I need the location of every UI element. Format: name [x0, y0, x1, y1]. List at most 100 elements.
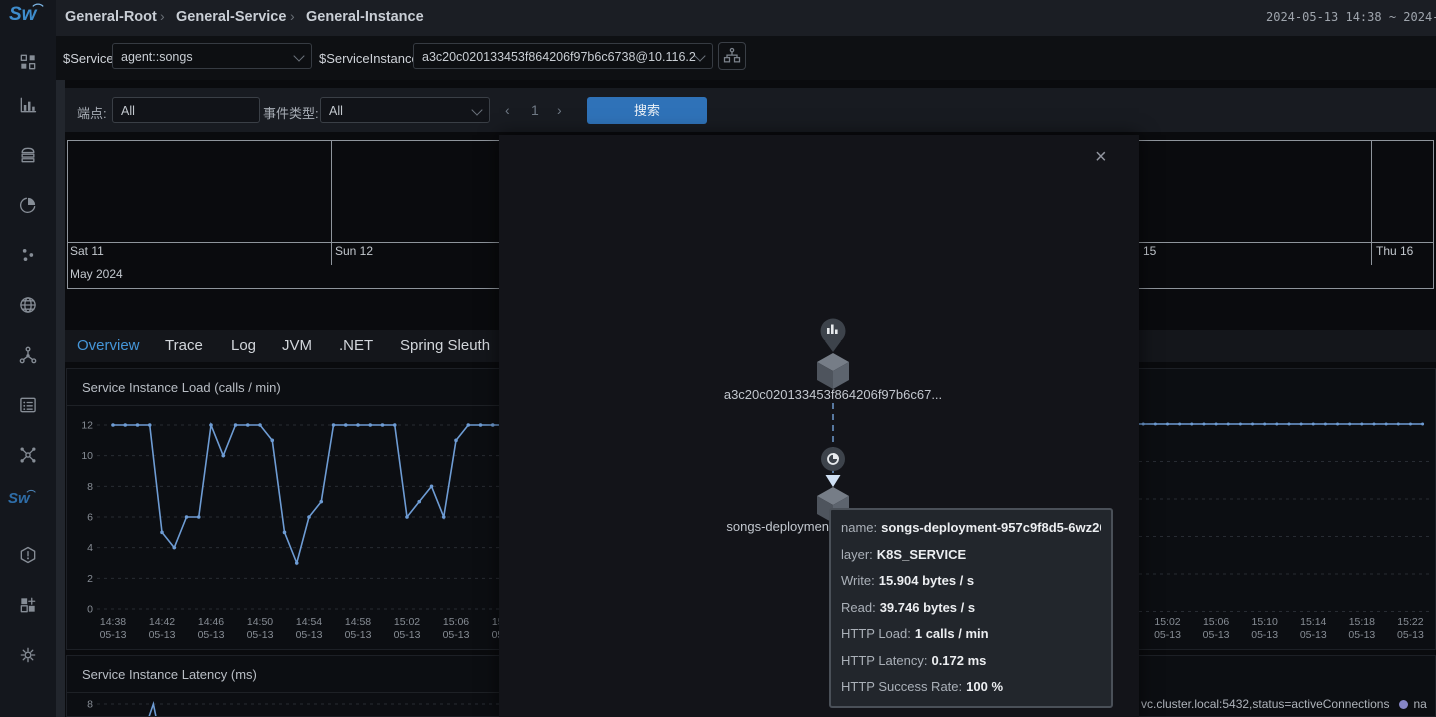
network-icon[interactable] — [18, 445, 38, 465]
breadcrumb-instance[interactable]: General-Instance — [306, 9, 424, 25]
timeline-day-separator — [331, 140, 332, 265]
timeline-day-separator — [1371, 140, 1372, 265]
logo-swoosh-small: ⌒ — [27, 488, 36, 501]
pie-chart-icon[interactable] — [18, 195, 38, 215]
svg-text:4: 4 — [87, 542, 93, 554]
bar-chart-icon[interactable] — [18, 95, 38, 115]
svg-text:14:54: 14:54 — [296, 616, 322, 628]
tooltip-value: songs-deployment-957c9f8d5-6wz26 — [881, 520, 1101, 535]
time-range-picker[interactable]: 2024-05-13 14:38 ~ 2024-05 — [1266, 10, 1436, 24]
tooltip-label: Read: — [841, 600, 876, 615]
breadcrumb-service[interactable]: General-Service — [176, 9, 286, 25]
svg-text:15:22: 15:22 — [1397, 616, 1423, 628]
node-tooltip: name:songs-deployment-957c9f8d5-6wz26 la… — [829, 508, 1113, 708]
svg-text:15:02: 15:02 — [394, 616, 420, 628]
breadcrumb-root[interactable]: General-Root — [65, 9, 157, 25]
service-instance-node[interactable] — [817, 353, 849, 389]
svg-text:15:14: 15:14 — [1300, 616, 1326, 628]
timeline-left-border — [67, 140, 68, 288]
page-number: 1 — [531, 102, 539, 118]
globe-icon[interactable] — [18, 295, 38, 315]
tab-dotnet[interactable]: .NET — [339, 337, 373, 354]
breadcrumb-separator: › — [290, 8, 295, 24]
tooltip-value: K8S_SERVICE — [877, 547, 966, 562]
event-filter-bar: 端点: All 事件类型: All ‹ 1 › 搜索 — [65, 88, 1436, 132]
scatter-icon[interactable] — [18, 245, 38, 265]
tooltip-label: Write: — [841, 573, 875, 588]
metric-legend[interactable]: vc.cluster.local:5432,status=activeConne… — [1141, 697, 1427, 711]
widgets-plus-icon[interactable] — [18, 595, 38, 615]
service-instance-value: a3c20c020133453f864206f97b6c6738@10.116.… — [422, 50, 696, 64]
tooltip-label: HTTP Load: — [841, 626, 911, 641]
service-value: agent::songs — [121, 50, 193, 64]
tooltip-label: HTTP Latency: — [841, 653, 927, 668]
service-instance-select[interactable]: a3c20c020133453f864206f97b6c6738@10.116.… — [413, 43, 713, 69]
legend-dot-icon — [1399, 700, 1408, 709]
sidebar: Sw⌒ Sw⌒ — [0, 0, 56, 717]
timeline-day-label: Sun 12 — [335, 244, 373, 258]
svg-text:14:50: 14:50 — [247, 616, 273, 628]
tooltip-value: 0.172 ms — [931, 653, 986, 668]
svg-text:15:10: 15:10 — [1252, 616, 1278, 628]
legend-series: na — [1413, 697, 1426, 711]
skywalking-logo-small[interactable]: Sw⌒ — [8, 490, 30, 507]
tab-spring-sleuth[interactable]: Spring Sleuth — [400, 337, 490, 354]
endpoint-label: 端点: — [77, 103, 107, 122]
dashboard-icon[interactable] — [18, 52, 38, 72]
endpoint-input[interactable]: All — [112, 97, 260, 123]
endpoint-value: All — [121, 104, 135, 118]
service-instance-pin-icon — [821, 319, 846, 353]
svg-text:05-13: 05-13 — [296, 629, 323, 641]
search-button[interactable]: 搜索 — [587, 97, 707, 124]
tooltip-label: layer: — [841, 547, 873, 562]
timeline-day-label: Sat 11 — [70, 244, 104, 258]
tab-jvm[interactable]: JVM — [282, 337, 312, 354]
svg-text:05-13: 05-13 — [443, 629, 470, 641]
layers-icon[interactable] — [18, 145, 38, 165]
svg-text:05-13: 05-13 — [1203, 629, 1230, 641]
list-icon[interactable] — [18, 395, 38, 415]
tooltip-row: name:songs-deployment-957c9f8d5-6wz26 — [841, 515, 1101, 542]
node-label-instance: a3c20c020133453f864206f97b6c67... — [724, 387, 942, 402]
content-left-gutter — [56, 80, 65, 717]
svg-text:15:18: 15:18 — [1349, 616, 1375, 628]
svg-text:14:46: 14:46 — [198, 616, 224, 628]
event-type-select[interactable]: All — [320, 97, 490, 123]
service-instance-label: $ServiceInstance — [319, 51, 419, 66]
svg-text:05-13: 05-13 — [100, 629, 127, 641]
skywalking-logo[interactable]: Sw⌒ — [9, 4, 36, 26]
page-next-button[interactable]: › — [557, 102, 562, 118]
tab-overview[interactable]: Overview — [77, 337, 140, 354]
svg-text:05-13: 05-13 — [247, 629, 274, 641]
timeline-month-label: May 2024 — [70, 267, 123, 281]
svg-text:15:06: 15:06 — [443, 616, 469, 628]
tooltip-row: layer: K8S_SERVICE — [841, 542, 1101, 569]
svg-text:05-13: 05-13 — [149, 629, 176, 641]
svg-text:05-13: 05-13 — [1300, 629, 1327, 641]
tooltip-row: HTTP Success Rate:100 % — [841, 674, 1101, 701]
gear-icon[interactable] — [18, 645, 38, 665]
svg-text:05-13: 05-13 — [1154, 629, 1181, 641]
svg-text:0: 0 — [87, 604, 93, 616]
event-type-value: All — [329, 104, 343, 118]
svg-text:8: 8 — [87, 481, 93, 493]
svg-text:05-13: 05-13 — [1348, 629, 1375, 641]
molecule-topology-icon[interactable] — [18, 345, 38, 365]
hierarchy-icon — [722, 46, 742, 66]
svg-text:14:58: 14:58 — [345, 616, 371, 628]
tooltip-row: HTTP Latency: 0.172 ms — [841, 648, 1101, 675]
tab-trace[interactable]: Trace — [165, 337, 203, 354]
shield-alert-icon[interactable] — [18, 545, 38, 565]
tooltip-row: HTTP Load:1 calls / min — [841, 621, 1101, 648]
tooltip-value: 39.746 bytes / s — [880, 600, 975, 615]
tab-log[interactable]: Log — [231, 337, 256, 354]
instance-topology-modal: × — [499, 135, 1139, 717]
svg-text:05-13: 05-13 — [345, 629, 372, 641]
instance-topology-button[interactable] — [718, 42, 746, 70]
svg-text:05-13: 05-13 — [394, 629, 421, 641]
svg-text:05-13: 05-13 — [198, 629, 225, 641]
skywalking-app: Sw⌒ Sw⌒ General-Root › General-Service ›… — [0, 0, 1436, 717]
page-prev-button[interactable]: ‹ — [505, 102, 510, 118]
service-select[interactable]: agent::songs — [112, 43, 312, 69]
svg-text:05-13: 05-13 — [1251, 629, 1278, 641]
